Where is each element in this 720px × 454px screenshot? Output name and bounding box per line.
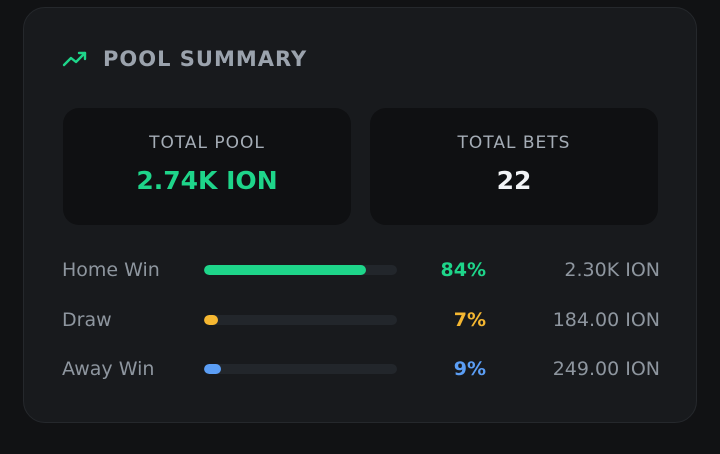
total-bets-value: 22 bbox=[496, 166, 532, 195]
outcome-progress-track bbox=[204, 265, 397, 275]
total-pool-stat: TOTAL POOL 2.74K ION bbox=[63, 108, 351, 225]
outcome-amount: 249.00 ION bbox=[552, 358, 660, 380]
total-bets-label: TOTAL BETS bbox=[457, 133, 571, 153]
outcome-progress-track bbox=[204, 364, 397, 374]
outcome-row-away-win: Away Win 9% 249.00 ION bbox=[62, 354, 662, 384]
outcome-name: Away Win bbox=[62, 358, 155, 380]
trending-up-icon bbox=[62, 49, 88, 69]
outcome-progress-fill bbox=[204, 315, 218, 325]
outcome-progress-track bbox=[204, 315, 397, 325]
pool-summary-card: POOL SUMMARY TOTAL POOL 2.74K ION TOTAL … bbox=[23, 7, 697, 423]
outcome-name: Draw bbox=[62, 309, 112, 331]
outcome-row-draw: Draw 7% 184.00 ION bbox=[62, 305, 662, 335]
total-pool-value: 2.74K ION bbox=[136, 166, 278, 195]
outcome-percent: 9% bbox=[453, 358, 486, 380]
outcome-row-home-win: Home Win 84% 2.30K ION bbox=[62, 255, 662, 285]
total-bets-stat: TOTAL BETS 22 bbox=[370, 108, 658, 225]
outcome-percent: 7% bbox=[453, 309, 486, 331]
outcome-percent: 84% bbox=[440, 259, 486, 281]
outcome-progress-fill bbox=[204, 364, 222, 374]
outcome-name: Home Win bbox=[62, 259, 160, 281]
outcome-amount: 2.30K ION bbox=[564, 259, 660, 281]
total-pool-label: TOTAL POOL bbox=[149, 133, 265, 153]
outcome-amount: 184.00 ION bbox=[552, 309, 660, 331]
outcome-progress-fill bbox=[204, 265, 367, 275]
card-title: POOL SUMMARY bbox=[103, 47, 308, 71]
card-header: POOL SUMMARY bbox=[62, 44, 307, 74]
